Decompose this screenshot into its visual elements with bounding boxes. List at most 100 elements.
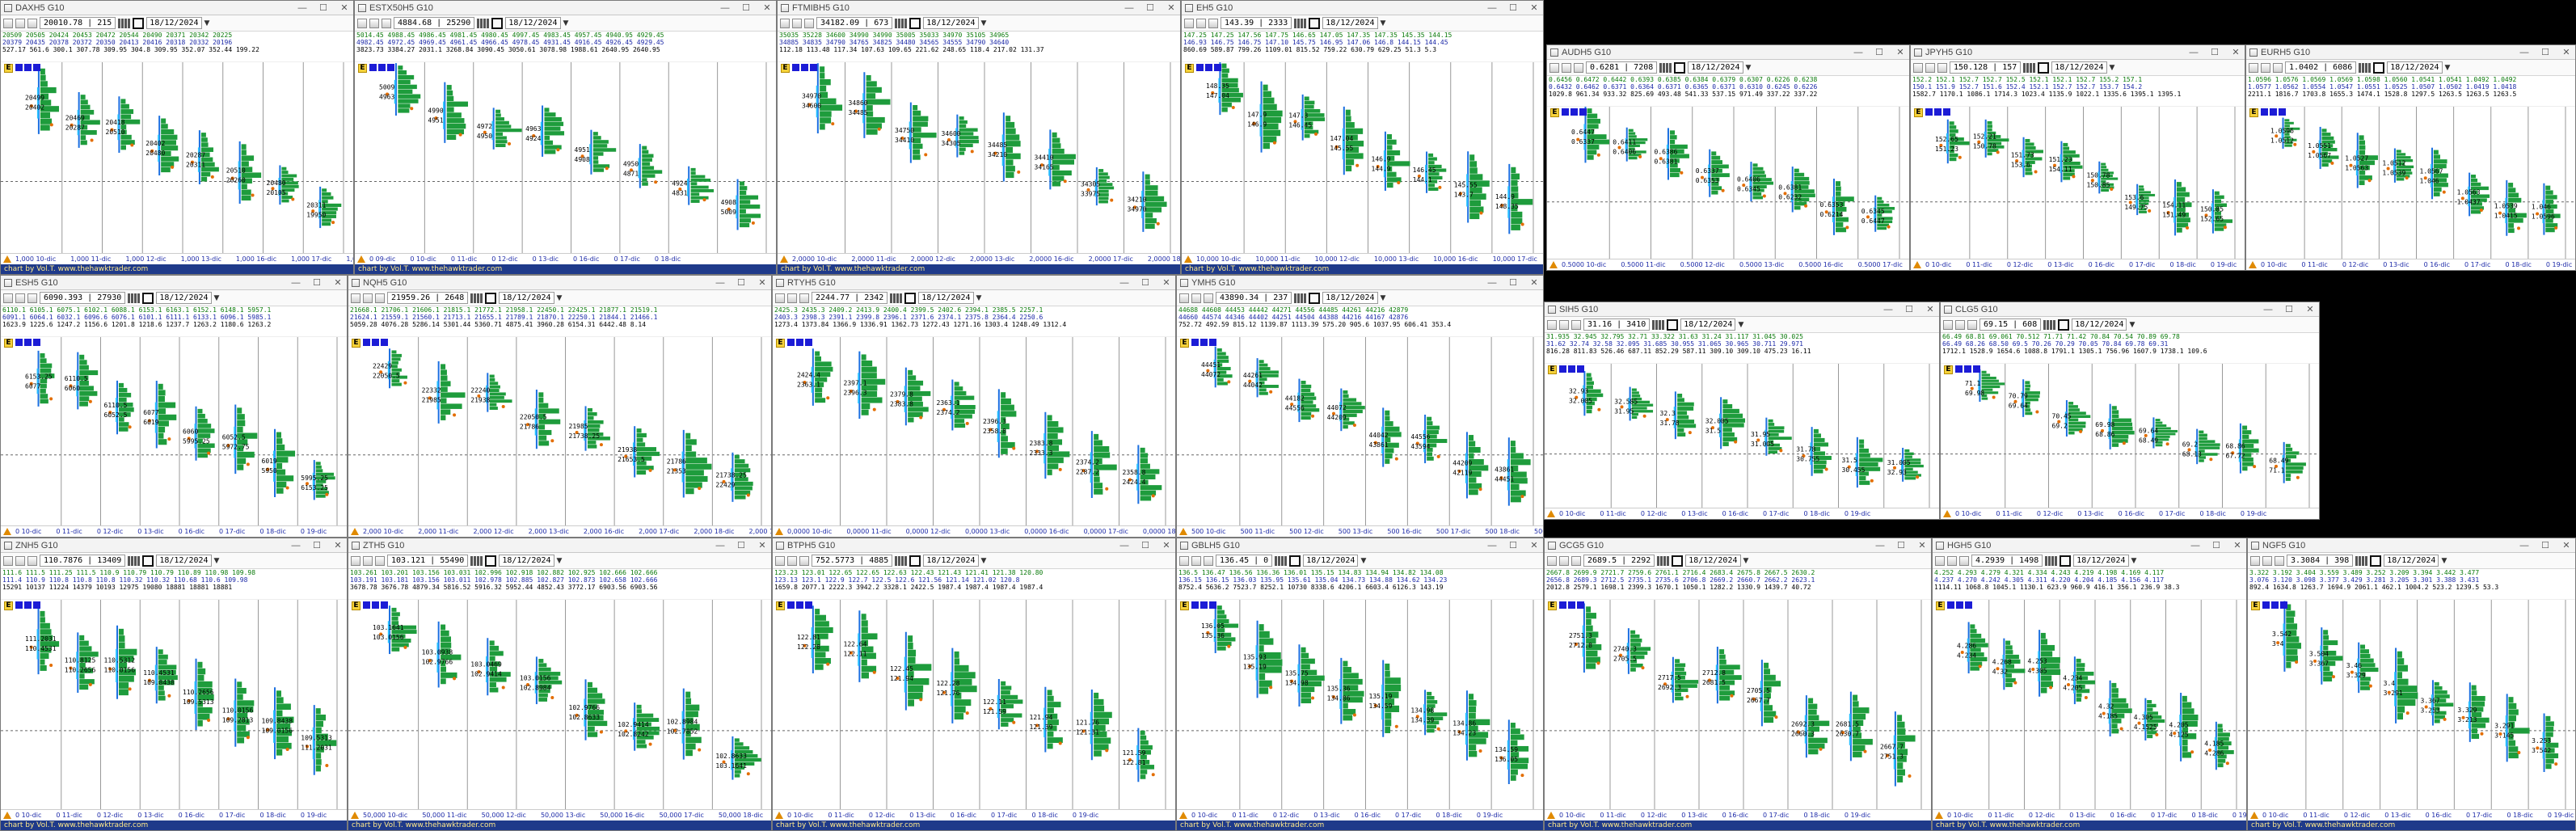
toolbar-button[interactable] [787, 555, 797, 566]
minimize-icon[interactable]: — [293, 3, 311, 13]
toolbar-button[interactable] [357, 18, 367, 28]
minimize-icon[interactable]: — [1120, 3, 1138, 13]
minimize-icon[interactable]: — [287, 278, 305, 288]
toolbar-button[interactable] [1179, 555, 1189, 566]
toolbar-button[interactable] [1562, 62, 1571, 73]
minimize-icon[interactable]: — [716, 3, 734, 13]
blue-square-icon[interactable] [24, 64, 32, 71]
blue-square-icon[interactable] [805, 339, 812, 346]
bars-icon[interactable] [1657, 555, 1670, 566]
blue-square-icon[interactable] [1559, 365, 1566, 373]
maximize-icon[interactable]: ☐ [732, 540, 750, 550]
toolbar-button[interactable] [382, 18, 391, 28]
toolbar-button[interactable] [3, 18, 13, 28]
blue-square-icon[interactable] [15, 601, 23, 609]
toolbar-button[interactable] [787, 293, 797, 303]
toolbar-button[interactable] [2261, 62, 2270, 73]
square-target-icon[interactable] [1667, 318, 1679, 331]
toolbar-button[interactable] [2249, 62, 2258, 73]
chevron-down-icon[interactable]: ▼ [1381, 19, 1386, 27]
close-icon[interactable]: ✕ [2557, 47, 2575, 57]
close-icon[interactable]: ✕ [1162, 2, 1180, 13]
e-icon[interactable]: E [1548, 365, 1557, 374]
e-icon[interactable]: E [358, 64, 367, 73]
toolbar-button[interactable] [1547, 319, 1557, 330]
bars-icon[interactable] [895, 555, 908, 566]
close-icon[interactable]: ✕ [1913, 540, 1931, 550]
blue-square-icon[interactable] [2261, 108, 2268, 116]
maximize-icon[interactable]: ☐ [1504, 2, 1522, 13]
blue-square-icon[interactable] [372, 601, 379, 609]
minimize-icon[interactable]: — [1871, 541, 1889, 550]
toolbar-button[interactable] [1179, 293, 1189, 303]
toolbar-button[interactable] [1184, 18, 1194, 28]
close-icon[interactable]: ✕ [753, 277, 771, 288]
minimize-icon[interactable]: — [2186, 541, 2204, 550]
chevron-down-icon[interactable]: ▼ [204, 19, 210, 27]
square-target-icon[interactable] [1309, 292, 1321, 304]
toolbar-button[interactable] [27, 293, 37, 303]
minimize-icon[interactable]: — [1115, 278, 1133, 288]
toolbar-button[interactable] [2250, 555, 2260, 566]
toolbar-button[interactable] [369, 18, 379, 28]
minimize-icon[interactable]: — [711, 541, 729, 550]
square-target-icon[interactable] [1674, 61, 1686, 74]
toolbar-button[interactable] [1547, 555, 1557, 566]
date-selector[interactable]: 18/12/2024 [2073, 555, 2129, 567]
square-target-icon[interactable] [1289, 555, 1301, 567]
close-icon[interactable]: ✕ [329, 277, 347, 288]
date-selector[interactable]: 18/12/2024 [2072, 318, 2127, 331]
minimize-icon[interactable]: — [2185, 48, 2203, 57]
toolbar-button[interactable] [1559, 555, 1569, 566]
date-selector[interactable]: 18/12/2024 [2387, 61, 2443, 74]
e-icon[interactable]: E [2249, 108, 2258, 117]
toolbar-button[interactable] [363, 293, 373, 303]
toolbar-button[interactable] [351, 293, 360, 303]
blue-square-icon[interactable] [1191, 339, 1199, 346]
maximize-icon[interactable]: ☐ [1141, 2, 1159, 13]
blue-square-icon[interactable] [1570, 108, 1578, 116]
e-icon[interactable]: E [2251, 601, 2260, 610]
blue-square-icon[interactable] [2270, 108, 2277, 116]
toolbar-button[interactable] [1559, 319, 1569, 330]
date-selector[interactable]: 18/12/2024 [1303, 555, 1359, 567]
date-selector[interactable]: 18/12/2024 [1685, 555, 1741, 567]
minimize-icon[interactable]: — [2515, 541, 2533, 550]
square-target-icon[interactable] [2058, 318, 2070, 331]
toolbar-button[interactable] [2273, 62, 2283, 73]
minimize-icon[interactable]: — [287, 541, 305, 550]
bars-icon[interactable] [1659, 62, 1672, 73]
e-icon[interactable]: E [776, 339, 785, 348]
toolbar-button[interactable] [1937, 62, 1947, 73]
blue-square-icon[interactable] [1577, 601, 1584, 609]
bars-icon[interactable] [1275, 555, 1288, 566]
blue-square-icon[interactable] [787, 339, 795, 346]
toolbar-button[interactable] [3, 293, 13, 303]
e-icon[interactable]: E [781, 64, 790, 73]
blue-square-icon[interactable] [1568, 365, 1575, 373]
chevron-down-icon[interactable]: ▼ [1738, 321, 1743, 329]
minimize-icon[interactable]: — [1849, 48, 1867, 57]
bars-icon[interactable] [895, 18, 908, 28]
date-selector[interactable]: 18/12/2024 [918, 292, 974, 304]
chevron-down-icon[interactable]: ▼ [981, 557, 987, 565]
date-selector[interactable]: 18/12/2024 [499, 555, 554, 567]
e-icon[interactable]: E [4, 339, 13, 348]
blue-square-icon[interactable] [1973, 365, 1980, 373]
blue-square-icon[interactable] [1956, 601, 1963, 609]
e-icon[interactable]: E [1914, 108, 1923, 117]
date-selector[interactable]: 18/12/2024 [146, 17, 202, 29]
blue-square-icon[interactable] [381, 339, 388, 346]
chevron-down-icon[interactable]: ▼ [1360, 557, 1366, 565]
minimize-icon[interactable]: — [1483, 541, 1501, 550]
blue-square-icon[interactable] [1214, 64, 1221, 71]
blue-square-icon[interactable] [387, 64, 394, 71]
toolbar-button[interactable] [2262, 555, 2272, 566]
e-icon[interactable]: E [1550, 108, 1559, 117]
blue-square-icon[interactable] [363, 339, 370, 346]
toolbar-button[interactable] [1947, 555, 1957, 566]
chevron-down-icon[interactable]: ▼ [2441, 557, 2447, 565]
bars-icon[interactable] [890, 293, 903, 303]
blue-square-icon[interactable] [1965, 601, 1972, 609]
toolbar-button[interactable] [1913, 62, 1923, 73]
